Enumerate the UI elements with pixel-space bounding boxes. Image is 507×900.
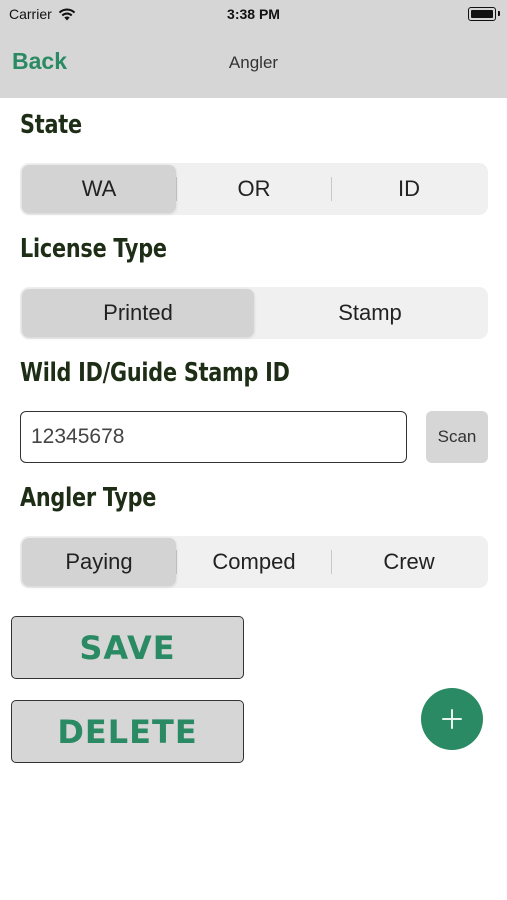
wild-id-heading: Wild ID/Guide Stamp ID (20, 358, 290, 388)
plus-icon (442, 709, 462, 729)
license-type-heading: License Type (20, 234, 167, 264)
save-button[interactable]: SAVE (11, 616, 244, 679)
navigation-bar: Carrier 3:38 PM Back Angler (0, 0, 507, 98)
license-option-stamp[interactable]: Stamp (254, 289, 486, 337)
scan-button[interactable]: Scan (426, 411, 488, 463)
angler-option-comped[interactable]: Comped (177, 538, 331, 586)
status-bar: Carrier 3:38 PM (0, 0, 507, 28)
delete-button[interactable]: DELETE (11, 700, 244, 763)
state-segmented-control: WA OR ID (20, 163, 488, 215)
license-type-segmented-control: Printed Stamp (20, 287, 488, 339)
add-angler-button[interactable] (421, 688, 483, 750)
state-option-id[interactable]: ID (332, 165, 486, 213)
angler-type-segmented-control: Paying Comped Crew (20, 536, 488, 588)
state-option-wa[interactable]: WA (22, 165, 176, 213)
state-heading: State (20, 110, 82, 140)
angler-option-paying[interactable]: Paying (22, 538, 176, 586)
wild-id-input[interactable]: 12345678 (20, 411, 407, 463)
state-option-or[interactable]: OR (177, 165, 331, 213)
page-title: Angler (228, 53, 279, 72)
battery-icon (468, 7, 500, 21)
angler-option-crew[interactable]: Crew (332, 538, 486, 586)
status-time: 3:38 PM (227, 6, 280, 22)
license-option-printed[interactable]: Printed (22, 289, 254, 337)
angler-type-heading: Angler Type (20, 483, 157, 513)
